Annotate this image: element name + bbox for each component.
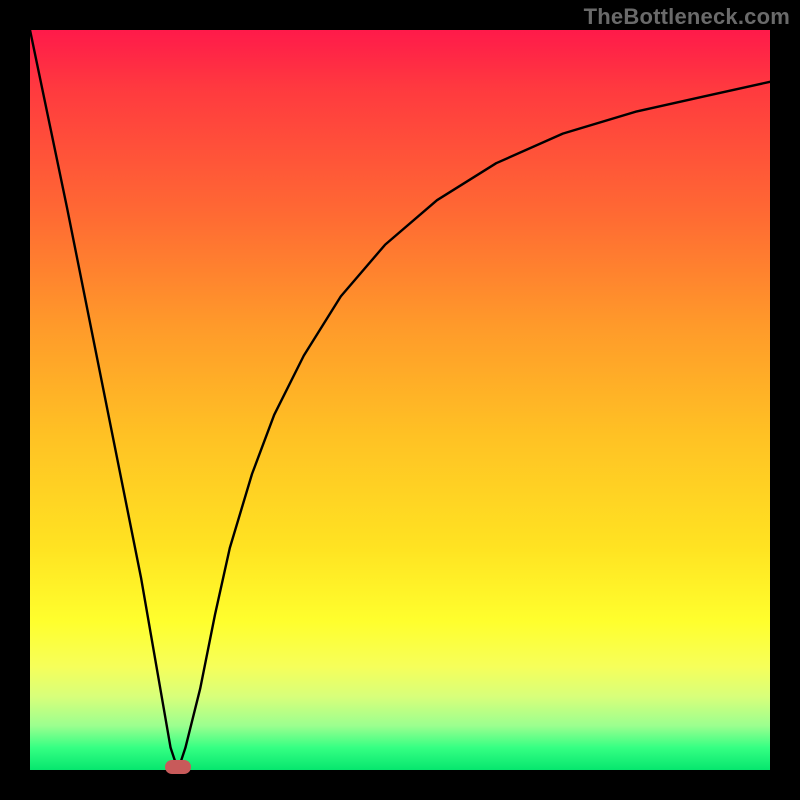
chart-frame: TheBottleneck.com xyxy=(0,0,800,800)
optimal-marker xyxy=(165,760,191,774)
plot-area xyxy=(30,30,770,770)
bottleneck-curve xyxy=(30,30,770,770)
watermark-text: TheBottleneck.com xyxy=(584,4,790,30)
